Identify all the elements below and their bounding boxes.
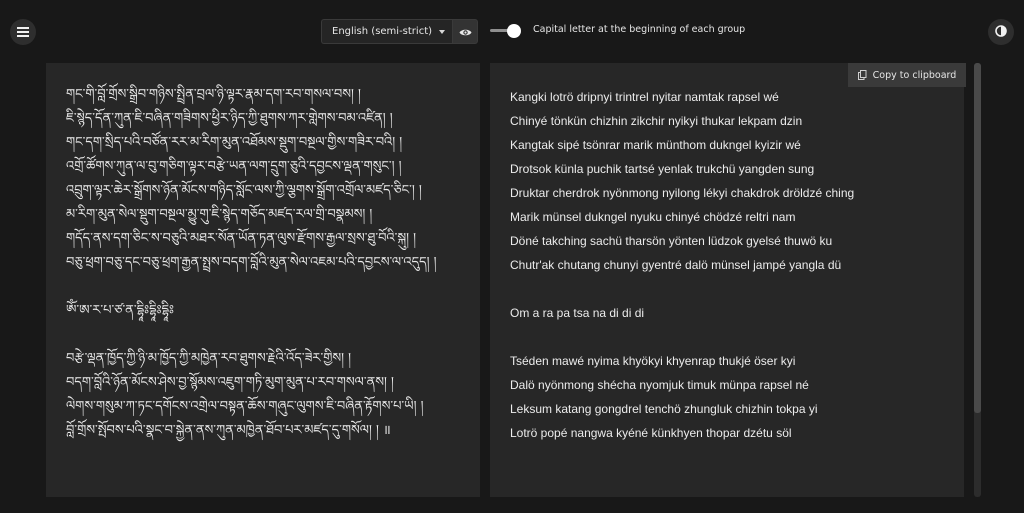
transliteration-line: Drotsok künla puchik tartsé yenlak trukc…: [510, 162, 815, 176]
switch-knob: [507, 24, 521, 38]
eye-icon: [459, 22, 472, 41]
transliteration-line: Chinyé tönkün chizhin zikchir nyikyi thu…: [510, 114, 803, 128]
transliteration-line: Leksum katang gongdrel tenchö zhungluk c…: [510, 402, 818, 416]
scrollbar-thumb[interactable]: [974, 63, 981, 413]
theme-toggle-button[interactable]: [988, 19, 1014, 45]
tibetan-line: བཅུ་ཕྲག་བཅུ་དང་བཅུ་ཕྲག་རྒྱན་སྤྲས་བདག་བློ…: [66, 255, 437, 270]
transliteration-line: Kangtak sipé tsönrar marik münthom dukng…: [510, 138, 801, 152]
chevron-down-icon: [439, 30, 445, 34]
hamburger-icon: [17, 23, 29, 41]
transliteration-output-text: Kangki lotrö dripnyi trintrel nyitar nam…: [510, 85, 954, 445]
tibetan-line: ལེགས་གསུམ་ཀ་ཏང་དགོངས་འགྲེལ་བསྟན་ཆོས་གཞུང…: [66, 399, 424, 414]
mode-select-value: English (semi-strict): [332, 26, 433, 37]
transliteration-line: Lotrö popé nangwa kyéné künkhyen thopar …: [510, 426, 792, 440]
transliteration-line: Döné takching sachü tharsön yönten lüdzo…: [510, 234, 833, 248]
tibetan-line: འབྲུག་ལྟར་ཆེར་སྒྲོགས་ཉོན་མོངས་གཉིད་སློང་…: [66, 183, 422, 198]
transliteration-line: Om a ra pa tsa na di di di: [510, 306, 645, 320]
capital-letter-switch[interactable]: [490, 24, 522, 38]
output-scrollbar[interactable]: [974, 63, 981, 497]
tibetan-line: ཇི་སྙེད་དོན་ཀུན་ཇི་བཞིན་གཟིགས་ཕྱིར་ཉིད་ཀ…: [66, 111, 393, 126]
tibetan-line: མ་རིག་མུན་སེལ་སྡུག་བསྔལ་མྱུ་གུ་ཇི་སྙེད་ག…: [66, 207, 373, 222]
copy-to-clipboard-button[interactable]: Copy to clipboard: [848, 63, 966, 87]
transliteration-line: Tséden mawé nyima khyökyi khyenrap thukj…: [510, 354, 796, 368]
copy-button-label: Copy to clipboard: [872, 69, 957, 81]
transliteration-line: Druktar cherdrok nyönmong nyilong lékyi …: [510, 186, 855, 200]
tibetan-line: ཨོཾ་ཨ་ར་པ་ཙ་ན་དྷཱིཿདྷཱིཿདྷཱིཿ: [66, 303, 174, 318]
transliteration-line: Marik münsel dukngel nyuku chinyé chödzé…: [510, 210, 796, 224]
tibetan-line: འགྲོ་ཚོགས་ཀུན་ལ་བུ་གཅིག་ལྟར་བརྩེ་ཡན་ལག་ད…: [66, 159, 402, 174]
tibetan-line: བདག་བློའི་ཉོན་མོངས་ཤེས་བྱ་སྙོམས་འཇུག་གཏི…: [66, 375, 394, 390]
tibetan-line: གང་གི་བློ་གྲོས་སྒྲིབ་གཉིས་སྤྲིན་བྲལ་ཉི་ལ…: [66, 87, 361, 102]
clipboard-icon: [857, 70, 867, 80]
transliteration-line: Kangki lotrö dripnyi trintrel nyitar nam…: [510, 90, 779, 104]
menu-button[interactable]: [10, 19, 36, 45]
capital-letter-label: Capital letter at the beginning of each …: [533, 24, 746, 35]
transliteration-mode-select[interactable]: English (semi-strict): [321, 19, 452, 44]
tibetan-line: བརྩེ་ལྡན་ཁྱོད་ཀྱི་ཉི་མ་ཁྱོད་ཀྱི་མཁྱེན་རབ…: [66, 351, 352, 366]
tibetan-input-text[interactable]: གང་གི་བློ་གྲོས་སྒྲིབ་གཉིས་སྤྲིན་བྲལ་ཉི་ལ…: [66, 83, 470, 443]
transliteration-output-panel: Kangki lotrö dripnyi trintrel nyitar nam…: [490, 63, 964, 497]
transliteration-line: Dalö nyönmong shécha nyomjuk timuk münpa…: [510, 378, 809, 392]
tibetan-input-panel[interactable]: གང་གི་བློ་གྲོས་སྒྲིབ་གཉིས་སྤྲིན་བྲལ་ཉི་ལ…: [46, 63, 480, 497]
preview-toggle-button[interactable]: [452, 19, 478, 44]
tibetan-line: གདོད་ནས་དག་ཅིང་ས་བཅུའི་མཐར་སོན་ཡོན་ཏན་ལུ…: [66, 231, 417, 246]
transliteration-line: Chutr'ak chutang chunyi gyentré dalö mün…: [510, 258, 842, 272]
contrast-icon: [995, 23, 1007, 41]
tibetan-line: བློ་གྲོས་སྤོབས་པའི་སྣང་བ་སྐྱེན་ནས་ཀུན་མཁ…: [66, 423, 391, 438]
tibetan-line: གང་དག་སྲིད་པའི་བཙོན་རར་མ་རིག་མུན་འཐོམས་ས…: [66, 135, 403, 150]
